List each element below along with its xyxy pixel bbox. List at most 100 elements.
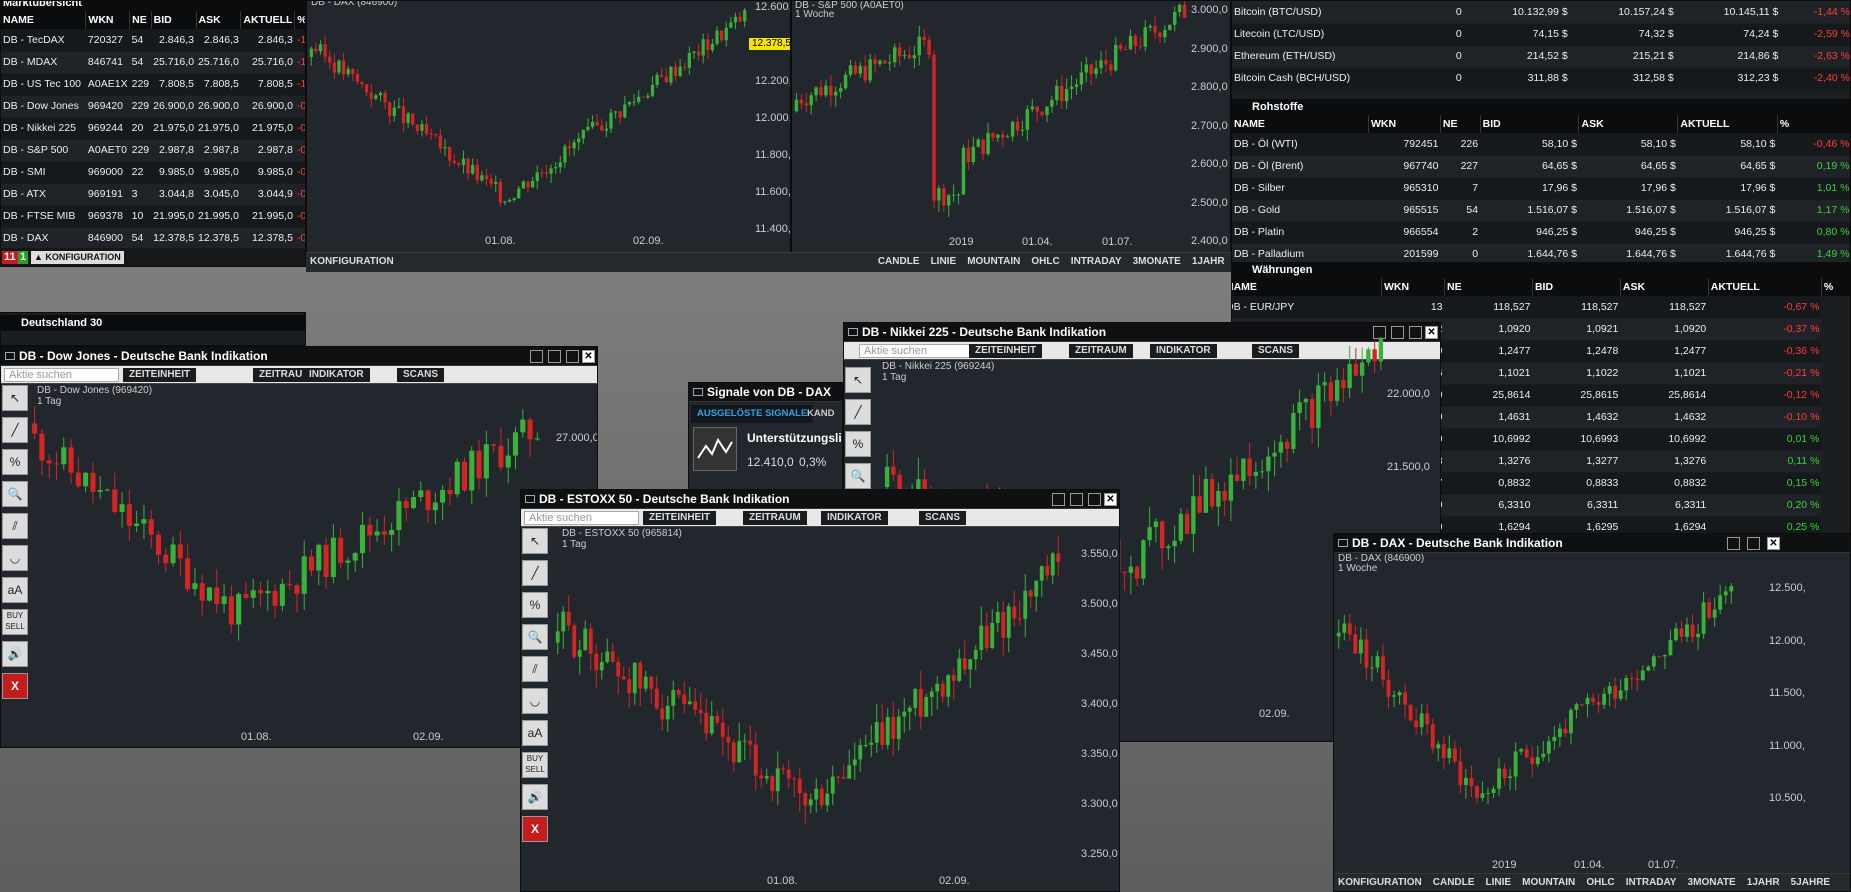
cursor-tool[interactable]: ↖ xyxy=(2,385,28,411)
konfiguration-button[interactable]: ▲ KONFIGURATION xyxy=(31,251,124,264)
candle-body xyxy=(1015,121,1020,131)
cursor-tool[interactable]: ↖ xyxy=(845,367,871,393)
table-row[interactable]: DB - S&P 500 A0AET0 229 2.987,8 2.987,8 2.987… xyxy=(1,139,305,162)
dax-daily-chart[interactable] xyxy=(307,1,790,254)
zoom-tool[interactable]: 🔍 xyxy=(845,463,871,489)
table-row[interactable]: DB - DAX 846900 54 12.378,5 12.378,5 12.378,5… xyxy=(1,227,305,250)
candle-body xyxy=(503,201,507,203)
bar-1jahr[interactable]: 1JAHR xyxy=(1188,253,1229,271)
table-row[interactable]: DB - Dow Jones 969420 229 26.900,0 26.900,0 2… xyxy=(1,95,305,118)
line-tool[interactable]: ╱ xyxy=(845,399,871,425)
table-row[interactable]: Bitcoin (BTC/USD) 0 10.132,99 $10.157,24 $… xyxy=(1232,1,1850,24)
table-row[interactable]: DB - Silber 965310 7 17,96 $17,96 $17,96 $1… xyxy=(1232,177,1850,200)
konfiguration-button[interactable]: KONFIGURATION xyxy=(1334,874,1426,891)
table-row[interactable]: Ethereum (ETH/USD) 0 214,52 $215,21 $214,8… xyxy=(1232,45,1850,68)
candle-body xyxy=(794,99,799,112)
percent-tool[interactable]: % xyxy=(845,431,871,457)
candle-body xyxy=(942,188,946,206)
candle-body xyxy=(534,438,540,440)
bar-candle[interactable]: CANDLE xyxy=(1429,874,1479,891)
percent-tool[interactable]: % xyxy=(522,592,548,618)
candle-body xyxy=(352,553,358,561)
candle-body xyxy=(438,135,443,149)
bar-mountain[interactable]: MOUNTAIN xyxy=(1518,874,1579,891)
table-row[interactable]: DB - ATX96919133.044,83.045,03.044,9-0,4… xyxy=(1,183,305,206)
candle-body xyxy=(1216,490,1221,507)
buy-sell-tool[interactable]: BUY SELL xyxy=(2,609,28,635)
table-row[interactable]: DB - FTSE MIB 969378 10 21.995,0 21.995,0 21.… xyxy=(1,205,305,228)
sound-tool[interactable]: 🔊 xyxy=(522,784,548,810)
signal-name[interactable]: Unterstützungsli xyxy=(747,431,842,445)
cell-pct: -0,67 % xyxy=(1708,296,1822,319)
line-tool[interactable]: ╱ xyxy=(2,417,28,443)
alert-count-green[interactable]: 1 xyxy=(18,251,29,264)
table-row[interactable]: DB - US Tec 100 A0AE1X 229 7.808,5 7.808,5 7.… xyxy=(1,73,305,96)
candle-body xyxy=(1353,634,1358,654)
bar-linie[interactable]: LINIE xyxy=(927,253,961,271)
delete-tool[interactable]: X xyxy=(2,673,28,699)
estoxx-chart[interactable] xyxy=(521,490,1119,891)
candle-body xyxy=(388,102,392,116)
candle-body xyxy=(1309,398,1315,429)
percent-tool[interactable]: % xyxy=(2,449,28,475)
text-tool[interactable]: aA xyxy=(2,577,28,603)
bar-mountain[interactable]: MOUNTAIN xyxy=(963,253,1024,271)
candle-body xyxy=(687,701,692,705)
table-row[interactable]: DB - Öl (Brent) 967740 227 64,65 $64,65 $64… xyxy=(1232,155,1850,178)
konfiguration-button[interactable]: KONFIGURATION xyxy=(306,253,398,271)
alert-count-red[interactable]: 11 xyxy=(2,251,18,264)
zoom-tool[interactable]: 🔍 xyxy=(2,481,28,507)
zoom-tool[interactable]: 🔍 xyxy=(522,624,548,650)
bar-1jahr[interactable]: 1JAHR xyxy=(1743,874,1784,891)
candle-body xyxy=(337,60,341,73)
table-row[interactable]: DB - SMI969000229.985,09.985,09.985,0-0,… xyxy=(1,161,305,184)
table-row[interactable]: Bitcoin Cash (BCH/USD) 0 311,88 $312,58 $3… xyxy=(1232,67,1850,90)
candle-body xyxy=(1050,553,1055,576)
bar-ohlc[interactable]: OHLC xyxy=(1027,253,1063,271)
candle-body xyxy=(1712,609,1717,618)
table-row[interactable]: Litecoin (LTC/USD) 0 74,15 $74,32 $74,24 $… xyxy=(1232,23,1850,46)
candle-body xyxy=(577,138,581,143)
cell-ask: 1,3277 xyxy=(1532,450,1621,473)
bar-intraday[interactable]: INTRADAY xyxy=(1622,874,1681,891)
bar-candle[interactable]: CANDLE xyxy=(874,253,924,271)
table-row[interactable]: DB - Öl (WTI) 792451 226 58,10 $58,10 $58,1… xyxy=(1232,133,1850,156)
candle-body xyxy=(448,147,452,161)
arc-tool[interactable]: ◡ xyxy=(522,688,548,714)
parallel-tool[interactable]: ⫽ xyxy=(522,656,548,682)
parallel-tool[interactable]: ⫽ xyxy=(2,513,28,539)
candle-body xyxy=(328,56,332,63)
cell-ne: 226 xyxy=(1440,133,1481,156)
text-tool[interactable]: aA xyxy=(522,720,548,746)
bar-5jahre[interactable]: 5JAHRE xyxy=(1787,874,1834,891)
table-row[interactable]: DB - MDAX 846741 54 25.716,0 25.716,0 25.716,… xyxy=(1,51,305,74)
candle-body xyxy=(540,172,544,174)
candle-body xyxy=(1574,704,1579,710)
cell-pct: -1,20 % xyxy=(294,73,305,96)
candle-body xyxy=(1378,337,1384,362)
bar-intraday[interactable]: INTRADAY xyxy=(1067,253,1126,271)
sp500-weekly-chart[interactable] xyxy=(792,1,1230,254)
delete-tool[interactable]: X xyxy=(522,816,548,842)
dow-jones-chart[interactable] xyxy=(1,347,597,747)
arc-tool[interactable]: ◡ xyxy=(2,545,28,571)
table-row[interactable]: DB - Nikkei 225 969244 20 21.975,0 21.975,0 2… xyxy=(1,117,305,140)
table-row[interactable]: DB - TecDAX 720327 54 2.846,3 2.846,3 2.846,3… xyxy=(1,29,305,52)
bar-3monate[interactable]: 3MONATE xyxy=(1129,253,1185,271)
candle-body xyxy=(367,524,373,536)
cursor-tool[interactable]: ↖ xyxy=(522,528,548,554)
x-tick-label: 01.07. xyxy=(1648,859,1679,871)
bar-3monate[interactable]: 3MONATE xyxy=(1684,874,1740,891)
candle-body xyxy=(554,167,558,169)
tab-kandidaten[interactable]: KAND xyxy=(807,405,834,423)
buy-sell-tool[interactable]: BUY SELL xyxy=(522,752,548,778)
line-tool[interactable]: ╱ xyxy=(522,560,548,586)
sound-tool[interactable]: 🔊 xyxy=(2,641,28,667)
table-row[interactable]: DB - EUR/JPY 13 118,527 118,527 118,527 -0,67… xyxy=(1232,296,1850,319)
tab-ausgeloeste-signale[interactable]: AUSGELÖSTE SIGNALE xyxy=(691,405,814,423)
bar-linie[interactable]: LINIE xyxy=(1482,874,1516,891)
candle-body xyxy=(483,444,489,479)
table-row[interactable]: DB - Gold 965515 54 1.516,07 $1.516,07 $1.5… xyxy=(1232,199,1850,222)
table-row[interactable]: DB - Platin 966554 2 946,25 $946,25 $946,25… xyxy=(1232,221,1850,244)
bar-ohlc[interactable]: OHLC xyxy=(1582,874,1618,891)
